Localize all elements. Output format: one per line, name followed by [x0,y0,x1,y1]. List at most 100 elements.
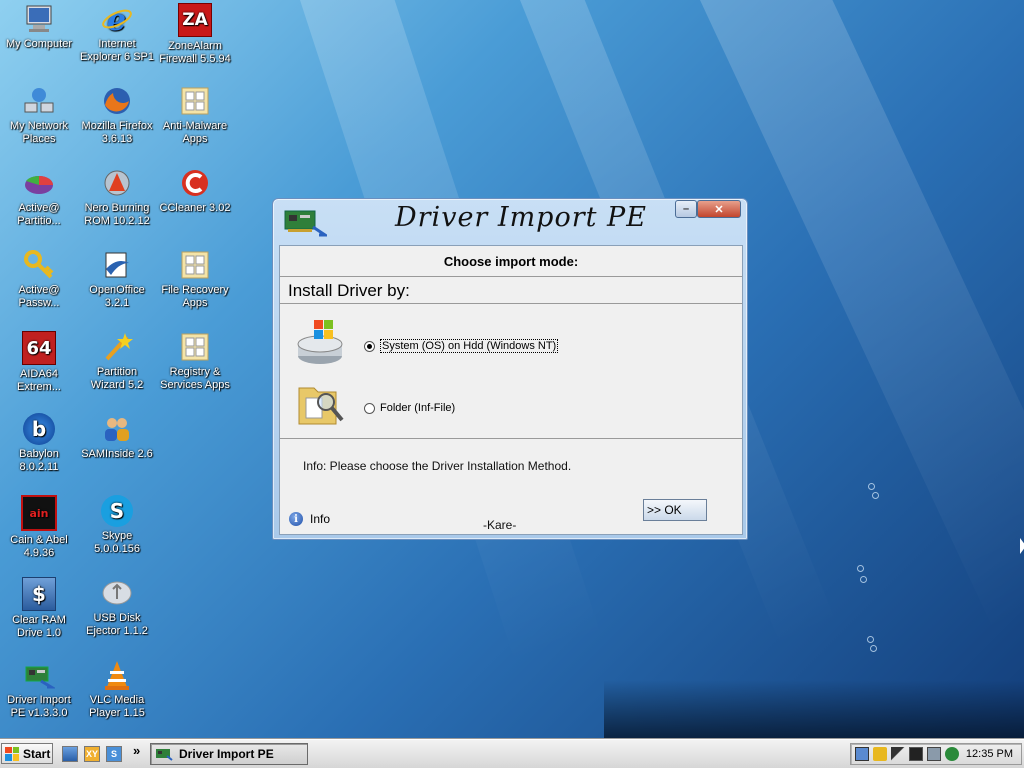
start-label: Start [23,746,51,761]
desktop-icon-my-network-places[interactable]: My Network Places [0,85,78,146]
seaweed-silhouette [604,680,1024,740]
desktop-icon-label: Nero Burning ROM 10.2.12 [84,202,150,227]
ccleaner-icon [179,167,211,199]
desktop-icon-clear-ram[interactable]: $ Clear RAM Drive 1.0 [0,577,78,640]
info-message: Info: Please choose the Driver Installat… [303,459,572,473]
desktop-icon-babylon[interactable]: b Babylon 8.0.2.11 [0,413,78,474]
internet-explorer-icon: e [101,3,133,35]
clock: 12:35 PM [965,748,1013,760]
xy-app-icon[interactable]: XY [84,746,100,762]
author-credit: -Kare- [483,518,517,532]
network-icon [23,85,55,117]
vlc-icon [101,659,133,691]
radio-folder-label: Folder (Inf-File) [380,402,456,414]
desktop-icon-label: My Computer [5,38,73,50]
desktop-icon-vlc[interactable]: VLC Media Player 1.15 [78,659,156,720]
desktop-icon-nero[interactable]: Nero Burning ROM 10.2.12 [78,167,156,228]
skype-icon: S [101,495,133,527]
partition-pie-icon [23,167,55,199]
start-button[interactable]: Start [1,743,53,764]
taskbar: Start XY S » Driver Import PE 12:35 PM [0,739,1024,768]
desktop-icon-partition-wizard[interactable]: Partition Wizard 5.2 [78,331,156,392]
cursor-tray-icon[interactable] [891,747,905,761]
security-tray-icon[interactable] [945,747,959,761]
dialog-titlebar[interactable]: Driver Import PE – ✕ [273,199,747,243]
desktop-icon-label: Anti-Malware Apps [162,120,228,145]
bubble [870,645,877,652]
close-button[interactable]: ✕ [697,200,741,218]
divider [280,438,742,439]
minimize-button[interactable]: – [675,200,697,218]
users-icon [101,413,133,445]
desktop-icon-label: Clear RAM Drive 1.0 [12,614,66,639]
desktop-icon-cain-abel[interactable]: ain Cain & Abel 4.9.36 [0,495,78,560]
folder-apps-icon [179,85,211,117]
desktop-icon-label: SAMInside 2.6 [81,448,153,460]
desktop-icon-label: Skype 5.0.0.156 [94,530,140,555]
taskbar-button-label: Driver Import PE [179,747,274,761]
bubble [857,565,864,572]
desktop-icon-anti-malware-apps[interactable]: Anti-Malware Apps [156,85,234,146]
install-by-heading: Install Driver by: [280,277,742,304]
desktop-icon-registry-services-apps[interactable]: Registry & Services Apps [156,331,234,392]
desktop-icon-firefox[interactable]: Mozilla Firefox 3.6.13 [78,85,156,146]
desktop-icon-label: File Recovery Apps [161,284,229,309]
folder-search-icon [296,380,348,435]
desktop-icon-label: Cain & Abel 4.9.36 [10,534,68,559]
radio-button[interactable] [364,402,375,414]
show-desktop-icon[interactable] [62,746,78,762]
bubble [860,576,867,583]
driver-card-icon [283,207,330,237]
desktop-icon-active-password[interactable]: Active@ Passw... [0,249,78,310]
desktop-icon-label: USB Disk Ejector 1.1.2 [86,612,148,637]
radio-system-label: System (OS) on Hdd (Windows NT) [380,339,559,353]
quick-launch-chevron[interactable]: » [133,743,140,758]
radio-button[interactable] [364,340,375,352]
openoffice-icon [101,249,133,281]
zonealarm-icon: ZA [178,3,212,37]
desktop-icon-label: Babylon 8.0.2.11 [19,448,59,473]
taskbar-button-driver-import[interactable]: Driver Import PE [150,743,308,765]
driver-card-icon [156,749,173,761]
desktop-icon-openoffice[interactable]: OpenOffice 3.2.1 [78,249,156,310]
desktop-icon-usb-ejector[interactable]: USB Disk Ejector 1.1.2 [78,577,156,638]
firefox-icon [101,85,133,117]
desktop-icon-label: My Network Places [9,120,69,145]
desktop-icon-label: VLC Media Player 1.15 [89,694,145,719]
nero-icon [101,167,133,199]
cain-icon: ain [21,495,57,531]
bubble [867,636,874,643]
ok-button[interactable]: >> OK [643,499,707,521]
quick-launch-app-icon[interactable]: S [106,746,122,762]
desktop-icon-zonealarm[interactable]: ZA ZoneAlarm Firewall 5.5.94 [156,3,234,66]
desktop-icon-driver-import[interactable]: Driver Import PE v1.3.3.0 [0,659,78,720]
info-label: Info [310,512,331,526]
bubble [872,492,879,499]
desktop-icon-aida64[interactable]: 64 AIDA64 Extrem... [0,331,78,394]
desktop-icon-label: Active@ Partitio... [17,202,61,227]
desktop-icon-label: AIDA64 Extrem... [16,368,61,393]
radio-system-os[interactable]: System (OS) on Hdd (Windows NT) [364,339,559,353]
network-tray-icon[interactable] [855,747,869,761]
folder-apps-icon [179,331,211,363]
desktop-icon-saminside[interactable]: SAMInside 2.6 [78,413,156,461]
tools-tray-icon[interactable] [873,747,887,761]
desktop-icon-ccleaner[interactable]: CCleaner 3.02 [156,167,234,215]
babylon-icon: b [23,413,55,445]
desktop-icon-label: CCleaner 3.02 [159,202,231,214]
aida64-icon: 64 [22,331,56,365]
desktop-icon-internet-explorer[interactable]: e Internet Explorer 6 SP1 [78,3,156,64]
info-button[interactable]: i Info [289,512,330,526]
desktop-icon-label: Mozilla Firefox 3.6.13 [81,120,153,145]
windows-logo-icon [5,746,19,761]
key-icon [23,249,55,281]
desktop-icon-skype[interactable]: S Skype 5.0.0.156 [78,495,156,556]
monitor-tray-icon[interactable] [909,747,923,761]
radio-folder-inf[interactable]: Folder (Inf-File) [364,402,455,414]
desktop-icon-file-recovery-apps[interactable]: File Recovery Apps [156,249,234,310]
desktop-icon-my-computer[interactable]: My Computer [0,3,78,51]
desktop-icon-active-partition[interactable]: Active@ Partitio... [0,167,78,228]
wand-icon [101,331,133,363]
dialog-body: Choose import mode: Install Driver by: S… [279,245,743,535]
display-tray-icon[interactable] [927,747,941,761]
